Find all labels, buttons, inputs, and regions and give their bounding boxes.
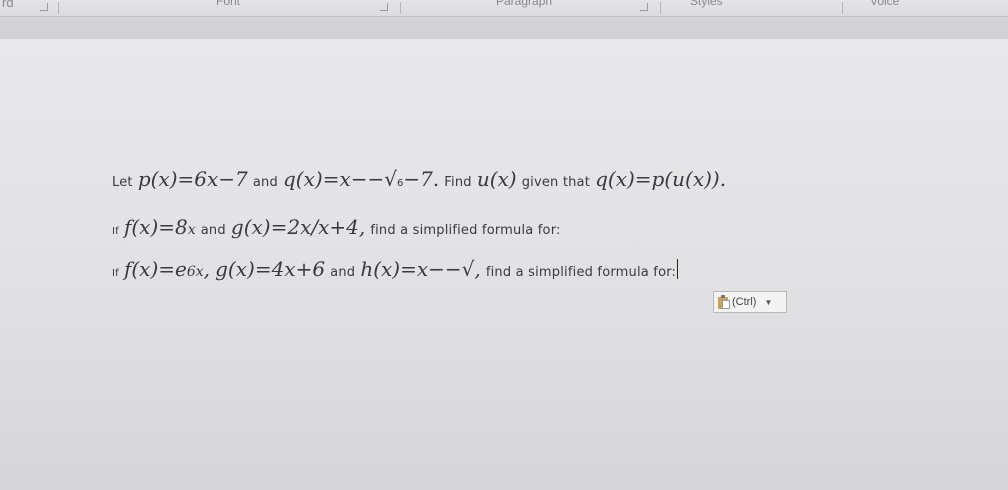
text-if: If [112, 226, 119, 237]
ribbon-group-font: Font [216, 0, 241, 8]
math-u: u(x) [476, 167, 517, 191]
math-f-definition: f(x)=8 [123, 215, 188, 239]
ribbon-separator [842, 2, 843, 14]
math-g-definition: g(x)=2x/x+4, [230, 215, 366, 239]
math-q-definition: q(x)=x−−√ [283, 167, 397, 191]
text-if: If [112, 268, 119, 279]
document-page[interactable]: Let p(x)=6x−7 and q(x)=x−−√6−7. Find u(x… [0, 39, 1008, 490]
word-window: rd Font Paragraph Styles Voice Let p(x)=… [0, 0, 1008, 490]
text-find-formula: find a simplified formula for: [370, 223, 561, 238]
math-h-definition: h(x)=x−−√, [360, 257, 481, 281]
math-q-definition-tail: −7. [403, 167, 440, 191]
text-and: and [200, 223, 226, 238]
ribbon-group-voice: Voice [870, 0, 900, 8]
ribbon-group-styles: Styles [690, 0, 723, 8]
math-comma: , [203, 257, 211, 281]
dialog-launcher-icon[interactable] [40, 3, 48, 11]
text-find: Find [444, 175, 472, 190]
ribbon-separator [58, 2, 59, 14]
ruler-strip [0, 17, 1008, 39]
math-p-definition: p(x)=6x−7 [137, 167, 248, 191]
math-composition: q(x)=p(u(x)). [595, 167, 727, 191]
doc-line-2: If f(x)=8x and g(x)=2x/x+4, find a simpl… [112, 215, 561, 239]
math-f-variable: x [187, 222, 196, 238]
math-f-definition: f(x)=e [123, 257, 187, 281]
doc-line-1: Let p(x)=6x−7 and q(x)=x−−√6−7. Find u(x… [112, 167, 726, 191]
text-and: and [330, 265, 356, 280]
doc-line-3: If f(x)=e6x, g(x)=4x+6 and h(x)=x−−√, fi… [112, 257, 679, 281]
text-cursor [677, 259, 679, 279]
chevron-down-icon: ▼ [764, 297, 773, 307]
math-g-definition: g(x)=4x+6 [215, 257, 326, 281]
paste-options-label: (Ctrl) [732, 296, 757, 308]
ribbon-separator [660, 2, 661, 14]
math-f-exponent: 6x [186, 264, 204, 280]
text-let: Let [112, 175, 133, 190]
ribbon-separator [400, 2, 401, 14]
ribbon: rd Font Paragraph Styles Voice [0, 0, 1008, 17]
dialog-launcher-icon[interactable] [640, 3, 648, 11]
text-given-that: given that [521, 175, 591, 190]
paste-options-button[interactable]: (Ctrl) ▼ [713, 291, 787, 313]
dialog-launcher-icon[interactable] [380, 3, 388, 11]
ribbon-fragment: rd [2, 0, 14, 10]
clipboard-icon [718, 295, 730, 309]
ribbon-group-paragraph: Paragraph [496, 0, 553, 8]
text-and: and [252, 175, 278, 190]
text-find-formula: find a simplified formula for: [485, 265, 677, 280]
